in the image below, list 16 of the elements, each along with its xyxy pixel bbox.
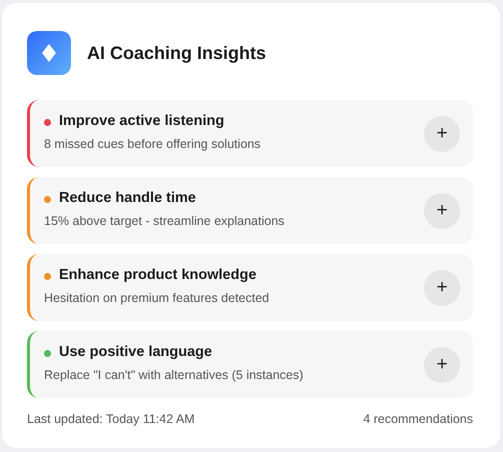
recommendation-title: Improve active listening bbox=[59, 113, 224, 131]
last-updated-text: Last updated: Today 11:42 AM bbox=[27, 411, 195, 428]
recommendation-detail: Replace "I can't" with alternatives (5 instances) bbox=[44, 366, 304, 384]
app-logo bbox=[27, 31, 71, 75]
recommendation-detail: 8 missed cues before offering solutions bbox=[44, 136, 261, 153]
card-title: AI Coaching Insights bbox=[87, 42, 266, 65]
recommendation-title: Enhance product knowledge bbox=[59, 267, 256, 285]
recommendation-detail: Hesitation on premium features detected bbox=[44, 290, 270, 307]
add-button[interactable]: + bbox=[424, 192, 460, 228]
add-button[interactable]: + bbox=[424, 346, 460, 382]
recommendation-count: 4 recommendations bbox=[363, 411, 473, 428]
add-button[interactable]: + bbox=[424, 116, 460, 152]
recommendation-title: Use positive language bbox=[59, 344, 212, 362]
add-button[interactable]: + bbox=[424, 270, 460, 306]
recommendation-title: Reduce handle time bbox=[59, 190, 196, 208]
recommendation-detail: 15% above target - streamline explanations bbox=[44, 212, 284, 230]
